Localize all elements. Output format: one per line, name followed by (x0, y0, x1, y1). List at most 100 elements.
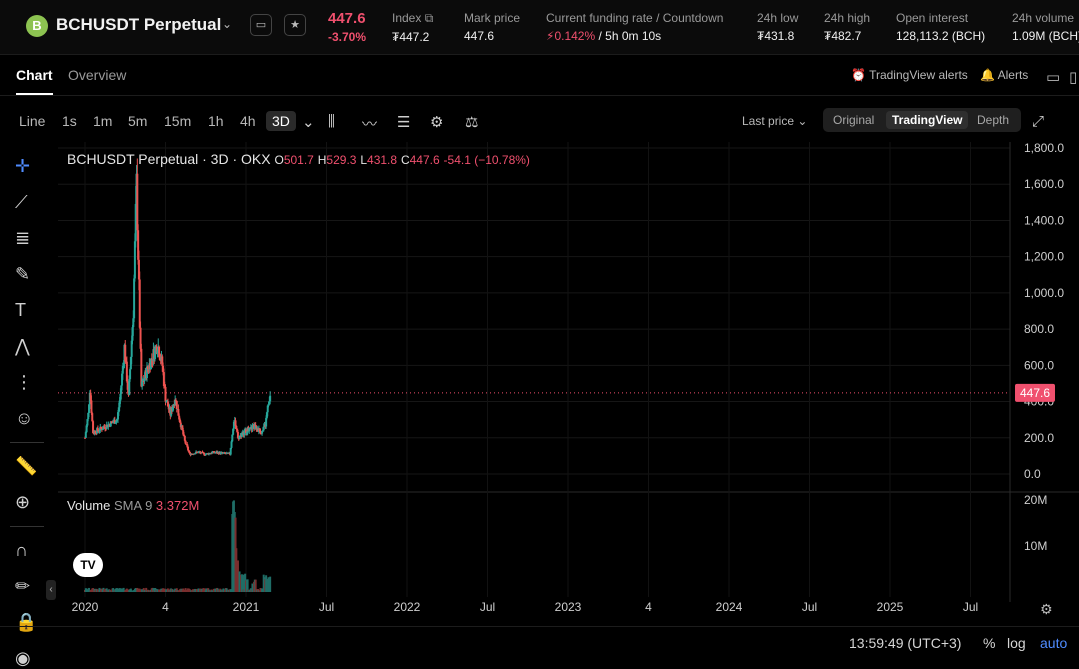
x-tick-label: Jul (319, 600, 334, 614)
x-tick-label: 2020 (72, 600, 99, 614)
star-icon[interactable]: ★ (284, 14, 306, 36)
stat-24h-low: 24h low ₮431.8 (757, 11, 799, 43)
candle-type-icon[interactable]: ⫼ (328, 113, 335, 130)
x-tick-label: 2025 (877, 600, 904, 614)
candle-body (187, 446, 190, 451)
scale-icon[interactable]: ⚖ (465, 113, 478, 131)
y-tick-label: 1,000.0 (1024, 286, 1064, 300)
volume-tick-label: 20M (1024, 493, 1047, 507)
y-tick-label: 0.0 (1024, 467, 1041, 481)
x-tick-label: 4 (162, 600, 169, 614)
ohlc-legend: BCHUSDT Perpetual · 3D · OKX O501.7 H529… (67, 151, 530, 167)
x-tick-label: Jul (480, 600, 495, 614)
candle-body (90, 400, 93, 414)
gear-icon[interactable]: ⚙ (430, 113, 443, 131)
tf-5m[interactable]: 5m (128, 113, 147, 129)
trendline-icon[interactable]: ⟋ (15, 192, 28, 213)
y-tick-label: 1,600.0 (1024, 177, 1064, 191)
tab-underline (16, 93, 53, 95)
crosshair-icon[interactable]: ✛ (15, 156, 30, 177)
line-button[interactable]: Line (19, 113, 45, 129)
magnet-icon[interactable]: ∩ (15, 540, 28, 561)
candle-body (136, 173, 139, 231)
emoji-icon[interactable]: ☺ (15, 408, 33, 429)
candle-body (230, 441, 233, 448)
bch-coin-icon: B (26, 15, 48, 37)
price-type-select[interactable]: Last price ⌄ (742, 114, 807, 128)
stat-funding: Current funding rate / Countdown ⚡0.142%… (546, 11, 724, 43)
chart-footer: 13:59:49 (UTC+3) % log auto (0, 626, 1079, 664)
percent-toggle[interactable]: % (983, 635, 995, 651)
x-tick-label: 2024 (716, 600, 743, 614)
tf-4h[interactable]: 4h (240, 113, 256, 129)
fullscreen-icon[interactable]: ⤢ (1032, 113, 1044, 130)
volume-bar (269, 576, 272, 592)
candle-body (269, 395, 272, 402)
chevron-down-icon[interactable]: ⌄ (302, 113, 315, 131)
stat-mark-price: Mark price 447.6 (464, 11, 521, 43)
x-tick-label: Jul (963, 600, 978, 614)
indicators-icon[interactable]: 〰 (362, 113, 377, 134)
stat-open-interest: Open interest 128,113.2 (BCH) (896, 11, 986, 43)
tradingview-logo-icon[interactable]: TV (73, 553, 103, 577)
tf-3d[interactable]: 3D (266, 111, 296, 131)
view-tradingview[interactable]: TradingView (886, 111, 969, 129)
window-icon[interactable]: ▭ (1046, 68, 1060, 86)
candle-body (175, 400, 178, 410)
horizontal-lines-icon[interactable]: ≣ (15, 228, 30, 249)
view-original[interactable]: Original (833, 113, 874, 127)
candle-body (183, 435, 186, 441)
auto-toggle[interactable]: auto (1040, 635, 1067, 651)
y-tick-label: 1,200.0 (1024, 250, 1064, 264)
volume-legend: Volume SMA 9 3.372M (67, 498, 200, 513)
collapse-toolbar-icon[interactable]: ‹ (46, 580, 56, 600)
candle-body (231, 434, 234, 442)
last-price: 447.6 (328, 10, 366, 27)
symbol-name[interactable]: BCHUSDT Perpetual (56, 15, 221, 35)
brush-icon[interactable]: ✎ (15, 264, 30, 285)
book-icon[interactable]: ▭ (250, 14, 272, 36)
candle-body (133, 278, 136, 319)
settings-gear-icon[interactable]: ⚙ (1040, 601, 1053, 618)
tradingview-alerts-button[interactable]: ⏰ TradingView alerts (851, 68, 968, 82)
pattern-icon[interactable]: ⋀ (15, 336, 30, 357)
stat-24h-volume: 24h volume 1.09M (BCH) (1012, 11, 1079, 43)
y-tick-label: 200.0 (1024, 431, 1054, 445)
tf-1h[interactable]: 1h (208, 113, 224, 129)
tf-1s[interactable]: 1s (62, 113, 77, 129)
layout-icon[interactable]: ▯ (1069, 68, 1077, 86)
y-tick-label: 1,400.0 (1024, 213, 1064, 227)
zoom-in-icon[interactable]: ⊕ (15, 492, 30, 513)
log-toggle[interactable]: log (1007, 635, 1026, 651)
lock-drawing-icon[interactable]: ✏ (15, 576, 30, 597)
view-depth[interactable]: Depth (977, 113, 1009, 127)
tab-chart[interactable]: Chart (16, 67, 53, 83)
chevron-down-icon[interactable]: ⌄ (222, 17, 232, 31)
stat-24h-high: 24h high ₮482.7 (824, 11, 871, 43)
chart-canvas[interactable]: 1,800.0 1,600.0 1,400.0 1,200.0 1,000.0 800.0… (58, 141, 1079, 622)
ruler-icon[interactable]: 📏 (15, 456, 37, 477)
alerts-button[interactable]: 🔔 Alerts (980, 68, 1028, 82)
tab-overview[interactable]: Overview (68, 67, 126, 83)
x-tick-label: 2023 (555, 600, 582, 614)
external-link-icon[interactable]: ⧉ (425, 11, 434, 25)
tf-1m[interactable]: 1m (93, 113, 112, 129)
bell-icon: 🔔 (980, 68, 995, 82)
y-tick-label: 1,800.0 (1024, 142, 1064, 155)
price-chart[interactable]: 1,800.0 1,600.0 1,400.0 1,200.0 1,000.0 800.0… (58, 141, 1079, 622)
candle-body (129, 369, 132, 380)
prediction-icon[interactable]: ⋮ (15, 372, 33, 393)
drawing-toolbar: ✛ ⟋ ≣ ✎ T ⋀ ⋮ ☺ 📏 ⊕ ∩ ✏ 🔒 ◉ ‹ (0, 142, 56, 668)
y-tick-label: 600.0 (1024, 358, 1054, 372)
y-tick-label: 800.0 (1024, 322, 1054, 336)
tf-15m[interactable]: 15m (164, 113, 191, 129)
text-icon[interactable]: T (15, 300, 26, 321)
candle-body (164, 386, 167, 402)
x-tick-label: Jul (802, 600, 817, 614)
divider (10, 526, 44, 527)
view-mode-toggle: Original TradingView Depth (823, 108, 1021, 132)
list-icon[interactable]: ☰ (397, 113, 410, 131)
volume-tick-label: 10M (1024, 539, 1047, 553)
candle-body (262, 426, 265, 431)
candle-body (235, 425, 238, 429)
